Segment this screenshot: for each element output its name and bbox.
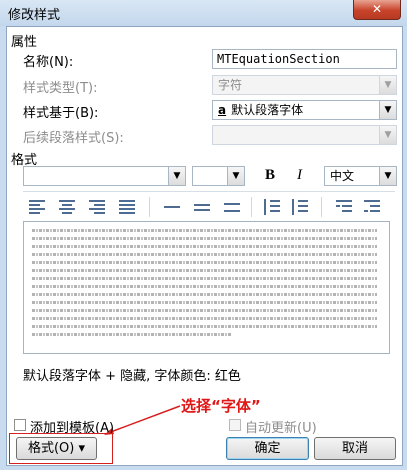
space-after-icon[interactable]	[290, 198, 310, 216]
align-right-icon[interactable]	[87, 198, 107, 216]
title-bar: 修改样式 ✕	[0, 0, 407, 26]
based-on-value: 默认段落字体	[231, 103, 304, 117]
format-menu-button[interactable]: 格式(O) ▾	[16, 437, 97, 460]
style-type-value: 字符	[218, 78, 243, 92]
chevron-down-icon[interactable]: ▼	[227, 167, 244, 185]
chevron-down-icon: ▼	[379, 126, 396, 144]
single-spacing-icon[interactable]	[162, 198, 182, 216]
increase-indent-icon[interactable]	[362, 198, 382, 216]
style-preview	[23, 221, 390, 354]
auto-update-label: 自动更新(U)	[245, 421, 317, 436]
name-label: 名称(N):	[23, 55, 74, 70]
language-value: 中文	[330, 169, 355, 183]
add-to-template-checkbox[interactable]	[14, 419, 26, 431]
italic-button[interactable]: I	[297, 167, 302, 184]
properties-group-label: 属性	[11, 35, 38, 50]
align-left-icon[interactable]	[27, 198, 47, 216]
chevron-down-icon[interactable]: ▼	[379, 167, 396, 185]
annotation-text: 选择“字体”	[181, 397, 261, 415]
chevron-down-icon[interactable]: ▼	[168, 167, 185, 185]
close-icon: ✕	[371, 2, 383, 16]
space-before-icon[interactable]	[262, 198, 282, 216]
close-button[interactable]: ✕	[353, 0, 401, 20]
ok-button[interactable]: 确定	[226, 437, 309, 460]
dialog-body: 属性 名称(N): MTEquationSection 样式类型(T): 字符 …	[6, 26, 403, 466]
align-center-icon[interactable]	[57, 198, 77, 216]
annotation-arrow	[104, 405, 181, 435]
toolbar-separator	[251, 197, 252, 217]
style-type-label: 样式类型(T):	[23, 81, 98, 96]
decrease-indent-icon[interactable]	[334, 198, 354, 216]
one-half-spacing-icon[interactable]	[192, 198, 212, 216]
based-on-label: 样式基于(B):	[23, 106, 99, 121]
font-select[interactable]: ▼	[23, 166, 186, 186]
name-field[interactable]: MTEquationSection	[212, 49, 397, 69]
next-style-label: 后续段落样式(S):	[23, 131, 124, 146]
next-style-select: ▼	[212, 125, 397, 145]
double-spacing-icon[interactable]	[222, 198, 242, 216]
language-select[interactable]: 中文 ▼	[324, 166, 397, 186]
justify-icon[interactable]	[117, 198, 137, 216]
toolbar-separator	[149, 197, 150, 217]
chevron-down-icon[interactable]: ▼	[379, 101, 396, 119]
character-style-icon: a	[218, 103, 227, 117]
toolbar-separator	[321, 197, 322, 217]
style-type-select: 字符 ▼	[212, 75, 397, 95]
chevron-down-icon: ▼	[379, 76, 396, 94]
window-title: 修改样式	[8, 8, 61, 23]
based-on-select[interactable]: a 默认段落字体 ▼	[212, 100, 397, 120]
style-description: 默认段落字体 + 隐藏, 字体颜色: 红色	[23, 369, 241, 384]
font-size-select[interactable]: ▼	[192, 166, 245, 186]
toolbar-divider	[23, 191, 395, 192]
auto-update-checkbox	[229, 419, 241, 431]
bold-button[interactable]: B	[265, 167, 275, 184]
cancel-button[interactable]: 取消	[314, 437, 396, 460]
